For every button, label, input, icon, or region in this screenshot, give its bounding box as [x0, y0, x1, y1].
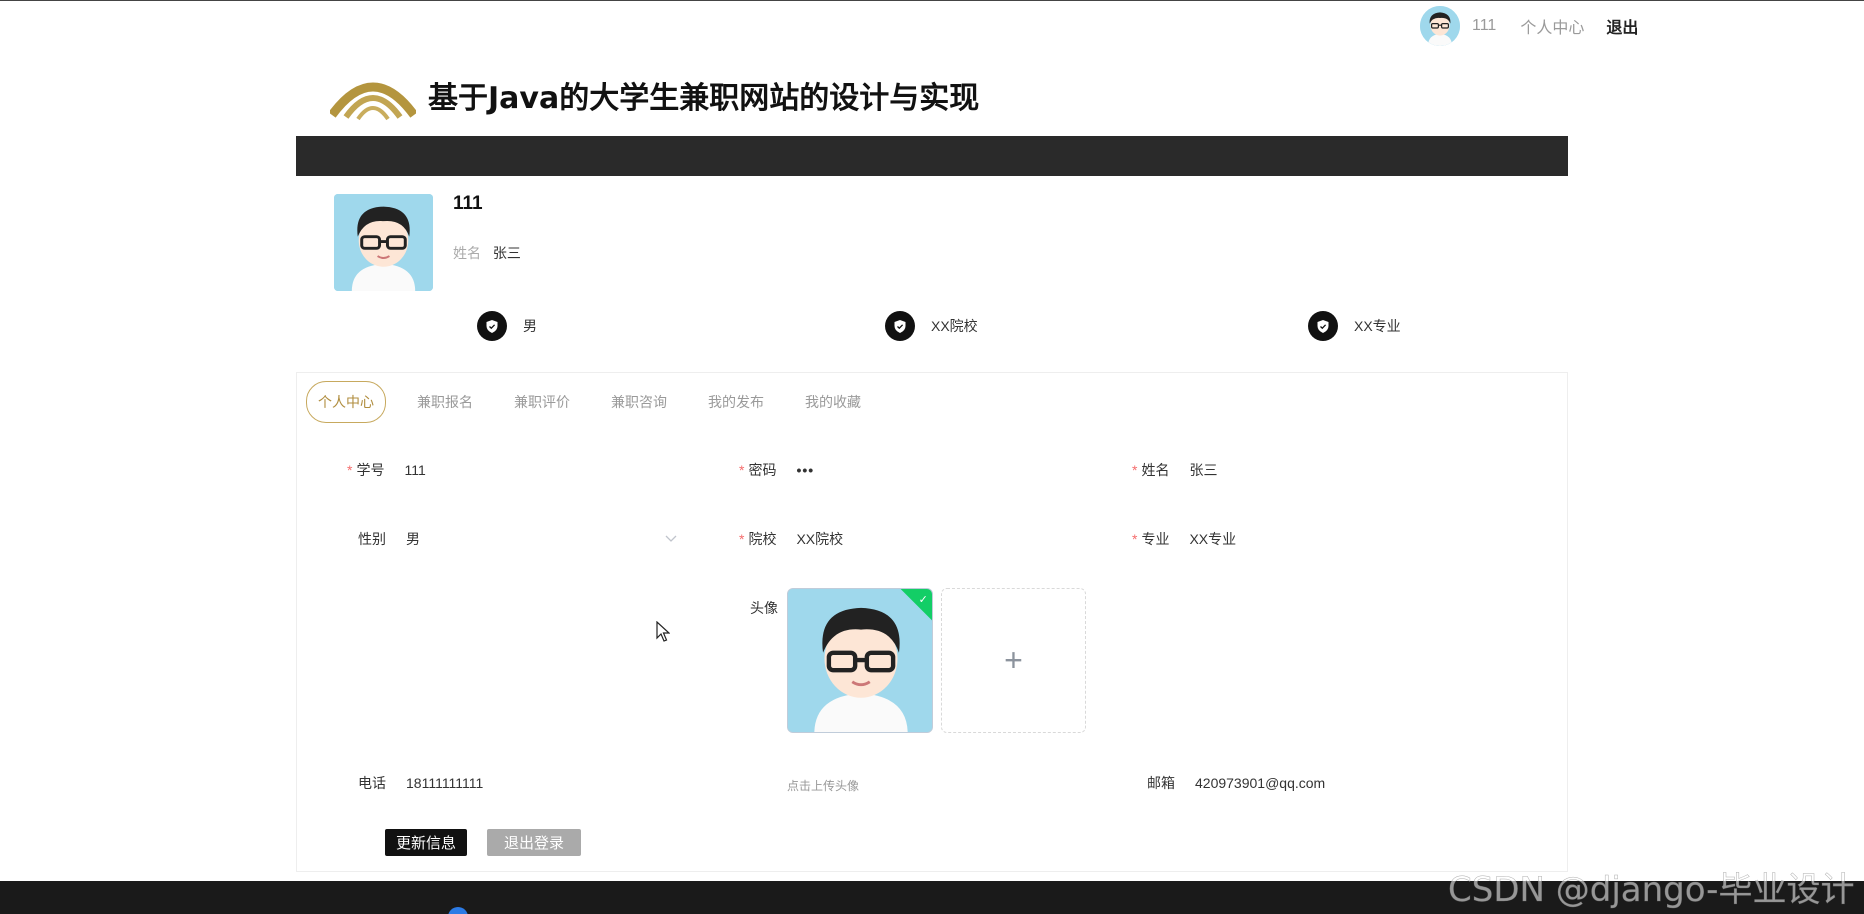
- password-field: * 密码 •••: [739, 462, 815, 478]
- avatar-upload-tip: 点击上传头像: [787, 779, 860, 793]
- tab-personal-center[interactable]: 个人中心: [306, 381, 386, 423]
- gender-select[interactable]: 男: [406, 529, 420, 549]
- password-input[interactable]: •••: [796, 462, 814, 478]
- tab-job-review[interactable]: 兼职评价: [514, 392, 570, 412]
- gender-label: 性别: [358, 531, 386, 547]
- student-id-field: * 学号 111: [347, 462, 426, 478]
- profile-realname: 姓名 张三: [453, 243, 521, 263]
- shield-icon: [885, 311, 915, 341]
- plus-icon: +: [1004, 642, 1023, 678]
- shield-icon: [477, 311, 507, 341]
- avatar-field: 头像: [750, 596, 778, 620]
- profile-name-value: 张三: [492, 245, 521, 261]
- update-info-button[interactable]: 更新信息: [385, 829, 467, 856]
- profile-username: 111: [453, 193, 483, 214]
- email-label: 邮箱: [1147, 775, 1175, 791]
- tab-my-favorites[interactable]: 我的收藏: [805, 392, 861, 412]
- top-border: [0, 0, 1864, 1]
- profile-tag-gender: 男: [477, 311, 537, 341]
- logout-link[interactable]: 退出: [1606, 14, 1638, 38]
- avatar[interactable]: [1420, 6, 1460, 46]
- phone-field: 电话 18111111111: [358, 771, 483, 795]
- school-field: * 院校 XX院校: [739, 529, 844, 549]
- chevron-down-icon[interactable]: [664, 531, 678, 545]
- avatar-upload-button[interactable]: +: [941, 588, 1086, 733]
- gender-field: 性别 男: [358, 527, 420, 551]
- email-input[interactable]: 420973901@qq.com: [1195, 775, 1325, 791]
- user-center-link[interactable]: 个人中心: [1520, 14, 1584, 38]
- school-label: 院校: [748, 531, 777, 547]
- major-label: 专业: [1141, 531, 1170, 547]
- cursor-icon: [656, 621, 670, 642]
- profile-avatar: [334, 194, 433, 291]
- user-bar: 111 个人中心 退出: [1420, 6, 1638, 46]
- profile-tag-school: XX院校: [885, 311, 978, 341]
- name-label: 姓名: [1141, 462, 1170, 478]
- phone-label: 电话: [358, 775, 386, 791]
- tab-job-signup[interactable]: 兼职报名: [417, 392, 473, 412]
- site-title: 基于Java的大学生兼职网站的设计与实现: [428, 81, 980, 116]
- profile-tabs: 个人中心 兼职报名 兼职评价 兼职咨询 我的发布 我的收藏: [306, 381, 902, 423]
- school-input[interactable]: XX院校: [796, 529, 843, 549]
- profile-tag-label: XX院校: [931, 318, 978, 334]
- tab-job-consult[interactable]: 兼职咨询: [611, 392, 667, 412]
- logo-arc-icon: [330, 82, 416, 121]
- email-field: 邮箱 420973901@qq.com: [1147, 771, 1325, 795]
- topbar-username: 111: [1472, 17, 1497, 34]
- tab-my-posts[interactable]: 我的发布: [708, 392, 764, 412]
- profile-tag-label: XX专业: [1354, 318, 1401, 334]
- avatar-preview[interactable]: ✓: [787, 588, 933, 733]
- avatar-label: 头像: [750, 600, 778, 616]
- profile-tag-label: 男: [523, 318, 537, 334]
- watermark: CSDN @django-毕业设计: [1448, 870, 1855, 911]
- name-input[interactable]: 张三: [1189, 460, 1217, 480]
- site-header: 基于Java的大学生兼职网站的设计与实现: [330, 60, 979, 130]
- profile-name-label: 姓名: [453, 245, 481, 261]
- major-input[interactable]: XX专业: [1189, 529, 1236, 549]
- nav-bar: [296, 136, 1568, 176]
- name-field: * 姓名 张三: [1132, 460, 1218, 480]
- major-field: * 专业 XX专业: [1132, 529, 1237, 549]
- logout-button[interactable]: 退出登录: [487, 829, 581, 856]
- student-id-input[interactable]: 111: [404, 462, 425, 478]
- phone-input[interactable]: 18111111111: [406, 775, 483, 791]
- password-label: 密码: [748, 462, 777, 478]
- student-id-label: 学号: [356, 462, 385, 478]
- check-icon: ✓: [918, 594, 928, 607]
- profile-tag-major: XX专业: [1308, 311, 1401, 341]
- shield-icon: [1308, 311, 1338, 341]
